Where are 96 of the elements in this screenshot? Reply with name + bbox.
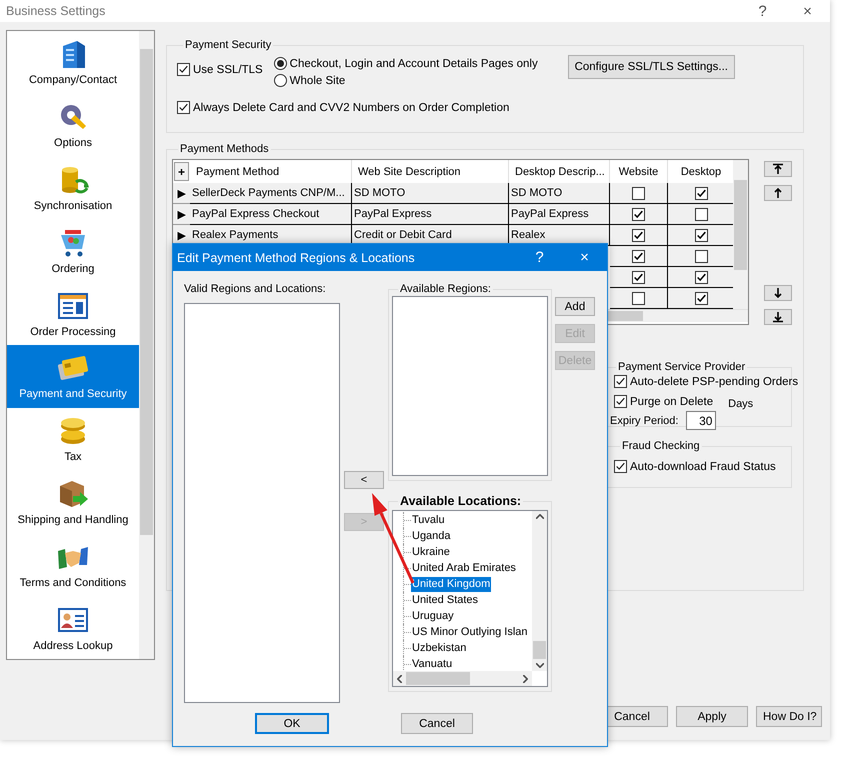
scroll-right-icon[interactable] <box>523 674 528 682</box>
sidebar-item[interactable]: Options <box>7 94 139 157</box>
website-checkbox[interactable] <box>632 228 645 242</box>
website-checkbox[interactable] <box>632 208 645 220</box>
scrollbar[interactable] <box>139 31 154 659</box>
sidebar-item[interactable]: Shipping and Handling <box>7 470 139 534</box>
group-title: Payment Service Provider <box>617 361 746 373</box>
sidebar-item[interactable]: Order Processing <box>7 282 139 345</box>
move-down-button[interactable] <box>764 285 792 301</box>
delete-card-checkbox[interactable]: Always Delete Card and CVV2 Numbers on Order Completion <box>177 99 510 116</box>
window-title: Business Settings <box>6 4 106 18</box>
scrollbar[interactable] <box>733 160 748 309</box>
scrollbar-thumb[interactable] <box>406 672 470 685</box>
tree-item[interactable]: US Minor Outlying Islan <box>411 624 529 640</box>
table-cell: PayPal Express Checkout <box>190 204 352 225</box>
row-marker: ▶ <box>173 183 190 204</box>
table-cell: PayPal Express <box>352 204 509 225</box>
help-button[interactable]: ? <box>517 244 562 271</box>
purge-checkbox[interactable]: Purge on Delete <box>614 393 714 410</box>
tree-item[interactable]: United Arab Emirates <box>411 560 517 576</box>
ok-button[interactable]: OK <box>255 713 329 734</box>
scroll-left-icon[interactable] <box>397 674 402 682</box>
cancel-button[interactable]: Cancel <box>401 713 473 734</box>
ssl-checkbox[interactable]: Use SSL/TLS <box>177 61 263 78</box>
tree-item[interactable]: Ukraine <box>411 544 451 560</box>
group-title: Available Regions: <box>399 283 492 295</box>
group-title: Available Locations: <box>399 494 522 508</box>
check-icon <box>178 64 189 75</box>
sidebar-item[interactable]: Ordering <box>7 219 139 282</box>
configure-button[interactable]: Configure SSL/TLS Settings... <box>568 55 735 79</box>
valid-regions-label: Valid Regions and Locations: <box>184 283 327 297</box>
move-up-button[interactable] <box>764 185 792 201</box>
scroll-down-icon[interactable] <box>536 663 544 668</box>
desktop-checkbox[interactable] <box>694 270 708 284</box>
group-title: Payment Methods <box>179 143 270 155</box>
tree-item[interactable]: Uruguay <box>411 608 455 624</box>
sidebar-item[interactable]: Terms and Conditions <box>7 533 139 596</box>
transfer-button[interactable]: < <box>344 471 384 489</box>
footer-button[interactable]: How Do I? <box>756 706 822 727</box>
tree-item[interactable]: Uzbekistan <box>411 640 468 656</box>
tree-item[interactable]: United States <box>411 592 480 608</box>
close-button[interactable]: × <box>562 244 607 271</box>
desktop-checkbox[interactable] <box>694 292 708 304</box>
tree-item[interactable]: Tuvalu <box>411 512 446 528</box>
row-marker: ▶ <box>173 204 190 225</box>
table-cell: SD MOTO <box>352 183 509 204</box>
desktop-checkbox[interactable] <box>694 228 708 242</box>
check-icon <box>615 461 626 472</box>
sidebar-item[interactable]: Synchronisation <box>7 156 139 220</box>
desktop-checkbox[interactable] <box>694 250 708 262</box>
sidebar-item[interactable]: Tax <box>7 408 139 471</box>
fraud-checkbox[interactable]: Auto-download Fraud Status <box>614 458 776 475</box>
website-checkbox[interactable] <box>632 270 645 284</box>
expiry-field[interactable]: 30 <box>686 411 716 430</box>
tree-item[interactable]: Uganda <box>411 528 452 544</box>
group-title: Fraud Checking <box>621 440 701 452</box>
scroll-up-icon[interactable] <box>536 514 544 519</box>
scrollbar-thumb[interactable] <box>533 641 546 659</box>
sidebar-item[interactable]: Address Lookup <box>7 596 139 659</box>
close-button[interactable]: × <box>785 0 830 22</box>
table-cell: SD MOTO <box>509 183 610 204</box>
desktop-checkbox[interactable] <box>694 208 708 220</box>
check-icon <box>615 376 626 387</box>
move-bottom-button[interactable] <box>764 309 792 325</box>
arrow-up-icon <box>772 187 784 199</box>
radio-label[interactable]: Checkout, Login and Account Details Pages only <box>290 58 538 70</box>
arrow-down-bar-icon <box>772 311 784 323</box>
desktop-checkbox[interactable] <box>694 186 708 200</box>
radio-label[interactable]: Whole Site <box>290 74 346 86</box>
check-icon <box>178 102 189 113</box>
scrollbar[interactable] <box>393 671 532 686</box>
group-title: Payment Security <box>184 39 272 51</box>
radio-button[interactable] <box>274 57 287 70</box>
website-checkbox[interactable] <box>632 250 645 262</box>
table-cell: PayPal Express <box>509 204 610 225</box>
region-button[interactable]: Add <box>555 297 595 316</box>
scrollbar[interactable] <box>532 511 547 671</box>
dialog-title: Edit Payment Method Regions & Locations <box>177 250 416 264</box>
table-cell: SellerDeck Payments CNP/M... <box>190 183 352 204</box>
footer-button[interactable]: Apply <box>676 706 748 727</box>
sidebar-item[interactable]: Payment and Security <box>7 344 139 408</box>
move-top-button[interactable] <box>764 161 792 177</box>
auto-delete-checkbox[interactable]: Auto-delete PSP-pending Orders <box>614 373 798 390</box>
days-label: Days <box>728 398 754 410</box>
tree-item[interactable]: United Kingdom <box>411 576 492 592</box>
add-row-button[interactable]: + <box>174 162 189 181</box>
radio-button[interactable] <box>274 74 287 87</box>
arrow-up-bar-icon <box>772 163 784 175</box>
check-icon <box>615 396 626 407</box>
tree-item[interactable]: Vanuatu <box>411 656 454 671</box>
arrow-down-icon <box>772 287 784 299</box>
website-checkbox[interactable] <box>632 186 645 200</box>
website-checkbox[interactable] <box>632 292 645 304</box>
expiry-label: Expiry Period: <box>610 414 678 426</box>
sidebar-item[interactable]: Company/Contact <box>7 31 139 94</box>
help-button[interactable]: ? <box>740 0 785 22</box>
